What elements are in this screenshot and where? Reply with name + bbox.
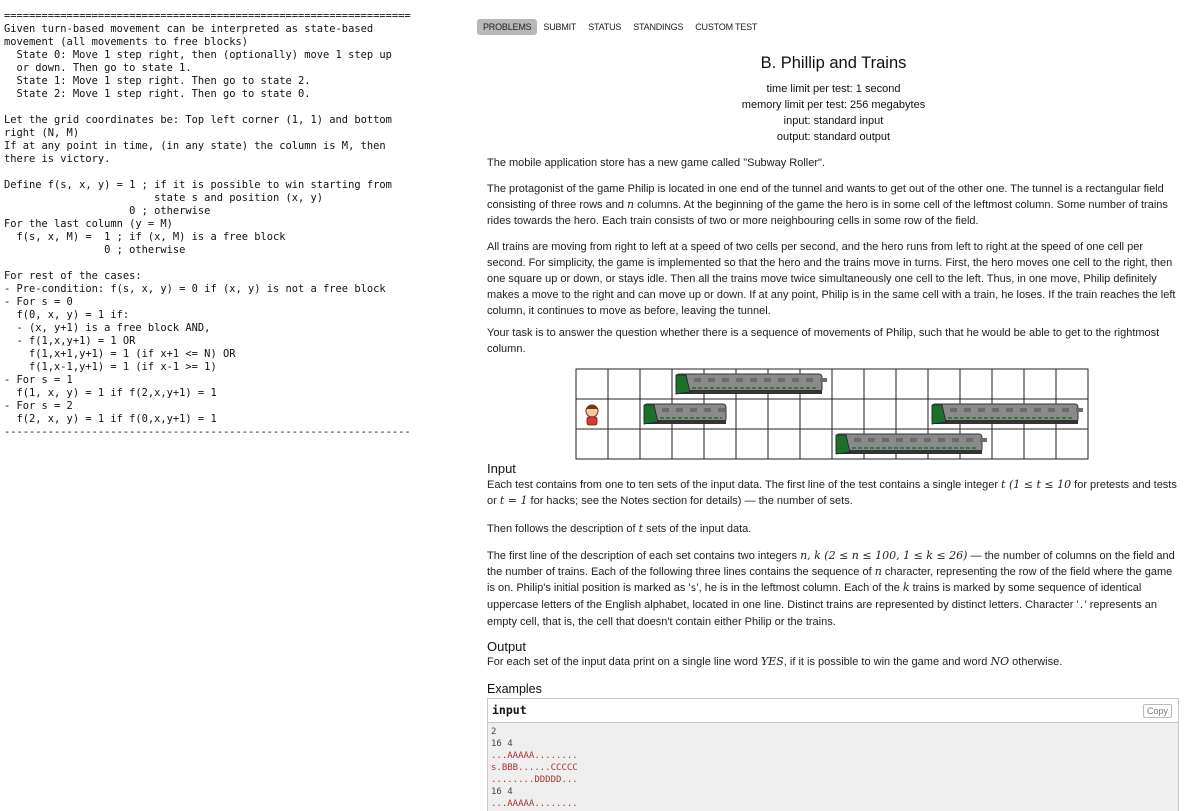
grid-cell [639, 368, 673, 400]
grid-cell [607, 398, 641, 430]
output-paragraph: For each set of the input data print on … [487, 655, 1063, 668]
problem-title: B. Phillip and Trains [760, 54, 907, 72]
grid-cell [607, 368, 641, 400]
input-paragraph: The first line of the description of eac… [487, 549, 1175, 628]
problem-nav: PROBLEMS SUBMIT STATUS STANDINGS CUSTOM … [477, 19, 763, 35]
grid-cell [991, 368, 1025, 400]
tunnel-grid [575, 368, 1089, 460]
grid-cell [575, 428, 609, 460]
grid-cell [767, 398, 801, 430]
grid-cell [831, 368, 865, 400]
example-input-line: ...AAAAA........ [491, 751, 578, 761]
hero-icon [585, 404, 599, 426]
grid-cell [1023, 368, 1057, 400]
input-heading: Input [487, 461, 516, 476]
example-input-line: s.BBB......CCCCC [491, 763, 578, 773]
grid-cell [1055, 428, 1089, 460]
output-heading: Output [487, 639, 527, 654]
train [835, 433, 987, 455]
grid-cell [895, 368, 929, 400]
example-input-header: input Copy [488, 699, 1178, 723]
nav-standings[interactable]: STANDINGS [627, 19, 689, 35]
nav-status[interactable]: STATUS [582, 19, 627, 35]
nav-custom-test[interactable]: CUSTOM TEST [689, 19, 763, 35]
example-input-line: ........DDDDD... [491, 775, 578, 785]
grid-cell [735, 428, 769, 460]
example-input-line: 16 4 [491, 787, 513, 797]
grid-cell [735, 398, 769, 430]
example-input-line: 16 4 [491, 739, 513, 749]
copy-button[interactable]: Copy [1142, 704, 1172, 718]
memory-limit: memory limit per test: 256 megabytes [741, 99, 926, 111]
grid-cell [863, 398, 897, 430]
grid-cell [895, 398, 929, 430]
solution-notes: ========================================… [4, 10, 411, 438]
grid-cell [767, 428, 801, 460]
nav-problems[interactable]: PROBLEMS [477, 19, 538, 35]
grid-cell [1023, 428, 1057, 460]
nav-submit[interactable]: SUBMIT [537, 19, 582, 35]
grid-cell [799, 398, 833, 430]
output-file: output: standard output [776, 131, 891, 143]
grid-cell [607, 428, 641, 460]
grid-cell [831, 398, 865, 430]
grid-cell [639, 428, 673, 460]
train [931, 403, 1083, 425]
example-input-line: 2 [491, 727, 497, 737]
grid-cell [991, 428, 1025, 460]
tunnel-illustration [575, 368, 1091, 465]
train [643, 403, 727, 425]
grid-cell [703, 428, 737, 460]
statement-paragraph: Your task is to answer the question whet… [487, 327, 1160, 355]
grid-cell [959, 368, 993, 400]
example-input-line: ...AAAAA........ [491, 799, 578, 809]
input-paragraph: Then follows the description of t sets o… [487, 522, 752, 535]
statement-intro: The mobile application store has a new g… [487, 157, 825, 169]
statement-paragraph: The protagonist of the game Philip is lo… [487, 183, 1168, 227]
grid-cell [799, 428, 833, 460]
grid-cell [863, 368, 897, 400]
grid-cell [671, 428, 705, 460]
example-input-box: input Copy 2 16 4 ...AAAAA........ s.BBB...… [487, 698, 1179, 811]
input-file: input: standard input [783, 115, 884, 127]
input-paragraph: Each test contains from one to ten sets … [487, 478, 1177, 507]
grid-cell [1055, 368, 1089, 400]
example-input-content[interactable]: 2 16 4 ...AAAAA........ s.BBB......CCCCC...… [488, 723, 1178, 811]
statement-paragraph: All trains are moving from right to left… [487, 241, 1176, 317]
grid-cell [575, 368, 609, 400]
grid-cell [927, 368, 961, 400]
example-input-label: input [492, 703, 527, 717]
train [675, 373, 827, 395]
examples-heading: Examples [487, 682, 542, 696]
time-limit: time limit per test: 1 second [766, 83, 901, 95]
